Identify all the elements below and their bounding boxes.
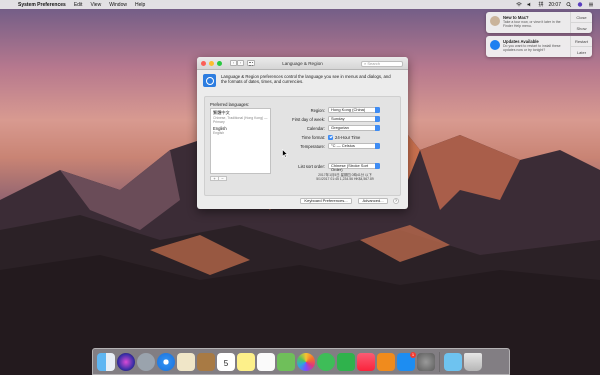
language-item[interactable]: 繁體中文 Chinese, Traditional (Hong Kong) — … xyxy=(211,109,270,125)
contacts-icon[interactable] xyxy=(197,352,215,371)
mouse-cursor-icon xyxy=(282,149,288,158)
search-field[interactable]: ⌕ Search xyxy=(361,60,403,67)
language-subtitle: English xyxy=(213,131,225,135)
calendar-row: Calendar: Gregorian xyxy=(275,125,380,131)
language-region-icon xyxy=(203,74,216,87)
notification-new-to-mac[interactable]: New to Mac? Take a tour now, or view it … xyxy=(486,12,592,33)
first-day-popup[interactable]: Sunday xyxy=(328,116,380,122)
language-region-window: ‹ › Language & Region ⌕ Search Language … xyxy=(197,57,408,209)
mail-icon[interactable] xyxy=(177,352,195,371)
notification-close-button[interactable]: Close xyxy=(571,12,592,23)
keyboard-preferences-button[interactable]: Keyboard Preferences... xyxy=(300,198,352,204)
window-titlebar[interactable]: ‹ › Language & Region ⌕ Search xyxy=(197,57,408,70)
menu-app-name[interactable]: System Preferences xyxy=(14,2,70,8)
maps-icon[interactable] xyxy=(277,352,295,371)
reminders-icon[interactable] xyxy=(257,352,275,371)
notes-icon[interactable] xyxy=(237,352,255,371)
itunes-icon[interactable] xyxy=(357,352,375,371)
finder-help-icon xyxy=(490,16,500,26)
format-sample: 2017年1月5日 星期四 0時41分 以下 5/1/2017 01:45 1,… xyxy=(315,173,375,181)
close-window-button[interactable] xyxy=(201,60,206,66)
forward-arrow-icon[interactable]: › xyxy=(237,60,244,66)
add-remove-language-control: + − xyxy=(210,176,227,181)
back-arrow-icon[interactable]: ‹ xyxy=(230,60,237,66)
siri-icon[interactable] xyxy=(117,352,135,371)
app-store-icon[interactable]: 1 xyxy=(397,351,416,371)
menubar-clock[interactable]: 20:07 xyxy=(548,2,561,8)
language-subtitle: Chinese, Traditional (Hong Kong) — Prima… xyxy=(213,116,268,124)
calendar-label: Calendar: xyxy=(306,125,325,131)
menu-edit[interactable]: Edit xyxy=(70,2,87,8)
region-popup[interactable]: Hong Kong (China) xyxy=(328,107,380,113)
preferred-languages-label: Preferred languages: xyxy=(210,102,250,107)
add-language-button[interactable]: + xyxy=(211,177,219,181)
notification-restart-button[interactable]: Restart xyxy=(571,36,592,47)
app-store-icon xyxy=(490,40,500,50)
settings-panel: Preferred languages: 繁體中文 Chinese, Tradi… xyxy=(204,96,401,196)
spotlight-icon[interactable] xyxy=(566,2,572,7)
downloads-folder-icon[interactable] xyxy=(444,352,462,371)
zoom-window-button[interactable] xyxy=(217,60,222,66)
notification-updates[interactable]: Updates Available Do you want to restart… xyxy=(486,36,592,57)
menu-help[interactable]: Help xyxy=(131,2,149,8)
minimize-window-button[interactable] xyxy=(209,60,214,66)
trash-icon[interactable] xyxy=(464,352,482,371)
menu-bar: System Preferences Edit View Window Help… xyxy=(0,0,600,9)
menu-window[interactable]: Window xyxy=(105,2,131,8)
language-item[interactable]: English English xyxy=(211,125,270,136)
launchpad-icon[interactable] xyxy=(137,352,155,371)
preferred-languages-list[interactable]: 繁體中文 Chinese, Traditional (Hong Kong) — … xyxy=(210,108,271,174)
temperature-row: Temperature: °C — Celsius xyxy=(275,143,380,149)
search-placeholder: Search xyxy=(367,60,381,66)
sort-order-popup[interactable]: Chinese (Stroke Sort Order) xyxy=(328,163,380,172)
notification-text: Do you want to restart to install these … xyxy=(503,44,561,52)
24-hour-label: 24-Hour Time xyxy=(335,134,361,140)
notification-center-icon[interactable] xyxy=(588,2,594,7)
wifi-icon[interactable] xyxy=(516,2,523,7)
notification-text: Take a tour now, or view it later in the… xyxy=(503,20,561,28)
safari-icon[interactable] xyxy=(157,352,175,371)
24-hour-checkbox[interactable] xyxy=(328,134,333,140)
calendar-popup[interactable]: Gregorian xyxy=(328,125,380,131)
sort-order-row: List sort order: Chinese (Stroke Sort Or… xyxy=(275,163,380,172)
siri-icon[interactable] xyxy=(577,2,583,7)
finder-icon[interactable] xyxy=(97,352,115,371)
dock: 5 1 xyxy=(92,348,510,375)
sample-number-line: 5/1/2017 01:45 1,234.56 HK$4,567.89 xyxy=(316,177,374,181)
volume-icon[interactable] xyxy=(527,2,533,7)
time-format-row: Time format: 24-Hour Time xyxy=(275,134,360,140)
notification-show-button[interactable]: Show xyxy=(571,23,592,33)
messages-icon[interactable] xyxy=(317,352,335,371)
sort-order-label: List sort order: xyxy=(298,163,325,169)
dock-separator xyxy=(439,351,440,372)
system-preferences-icon[interactable] xyxy=(417,352,435,371)
notification-later-button[interactable]: Later xyxy=(571,47,592,57)
photos-icon[interactable] xyxy=(297,352,315,371)
facetime-icon[interactable] xyxy=(337,352,355,371)
app-store-badge: 1 xyxy=(410,351,416,358)
temperature-label: Temperature: xyxy=(300,143,325,149)
intro-text: Language & Region preferences control th… xyxy=(221,74,391,85)
input-source-icon[interactable]: 拼 xyxy=(538,1,543,8)
calendar-icon[interactable]: 5 xyxy=(217,352,235,371)
remove-language-button[interactable]: − xyxy=(219,177,226,181)
calendar-day: 5 xyxy=(223,358,229,368)
first-day-label: First day of week: xyxy=(292,116,325,122)
ibooks-icon[interactable] xyxy=(377,352,395,371)
advanced-button[interactable]: Advanced... xyxy=(358,198,388,204)
region-label: Region: xyxy=(310,107,325,113)
menu-view[interactable]: View xyxy=(86,2,105,8)
help-button[interactable]: ? xyxy=(393,198,399,204)
first-day-row: First day of week: Sunday xyxy=(275,116,380,122)
temperature-popup[interactable]: °C — Celsius xyxy=(328,143,380,149)
region-row: Region: Hong Kong (China) xyxy=(275,107,380,113)
show-all-grid-icon[interactable] xyxy=(247,60,255,66)
time-format-label: Time format: xyxy=(301,134,325,140)
